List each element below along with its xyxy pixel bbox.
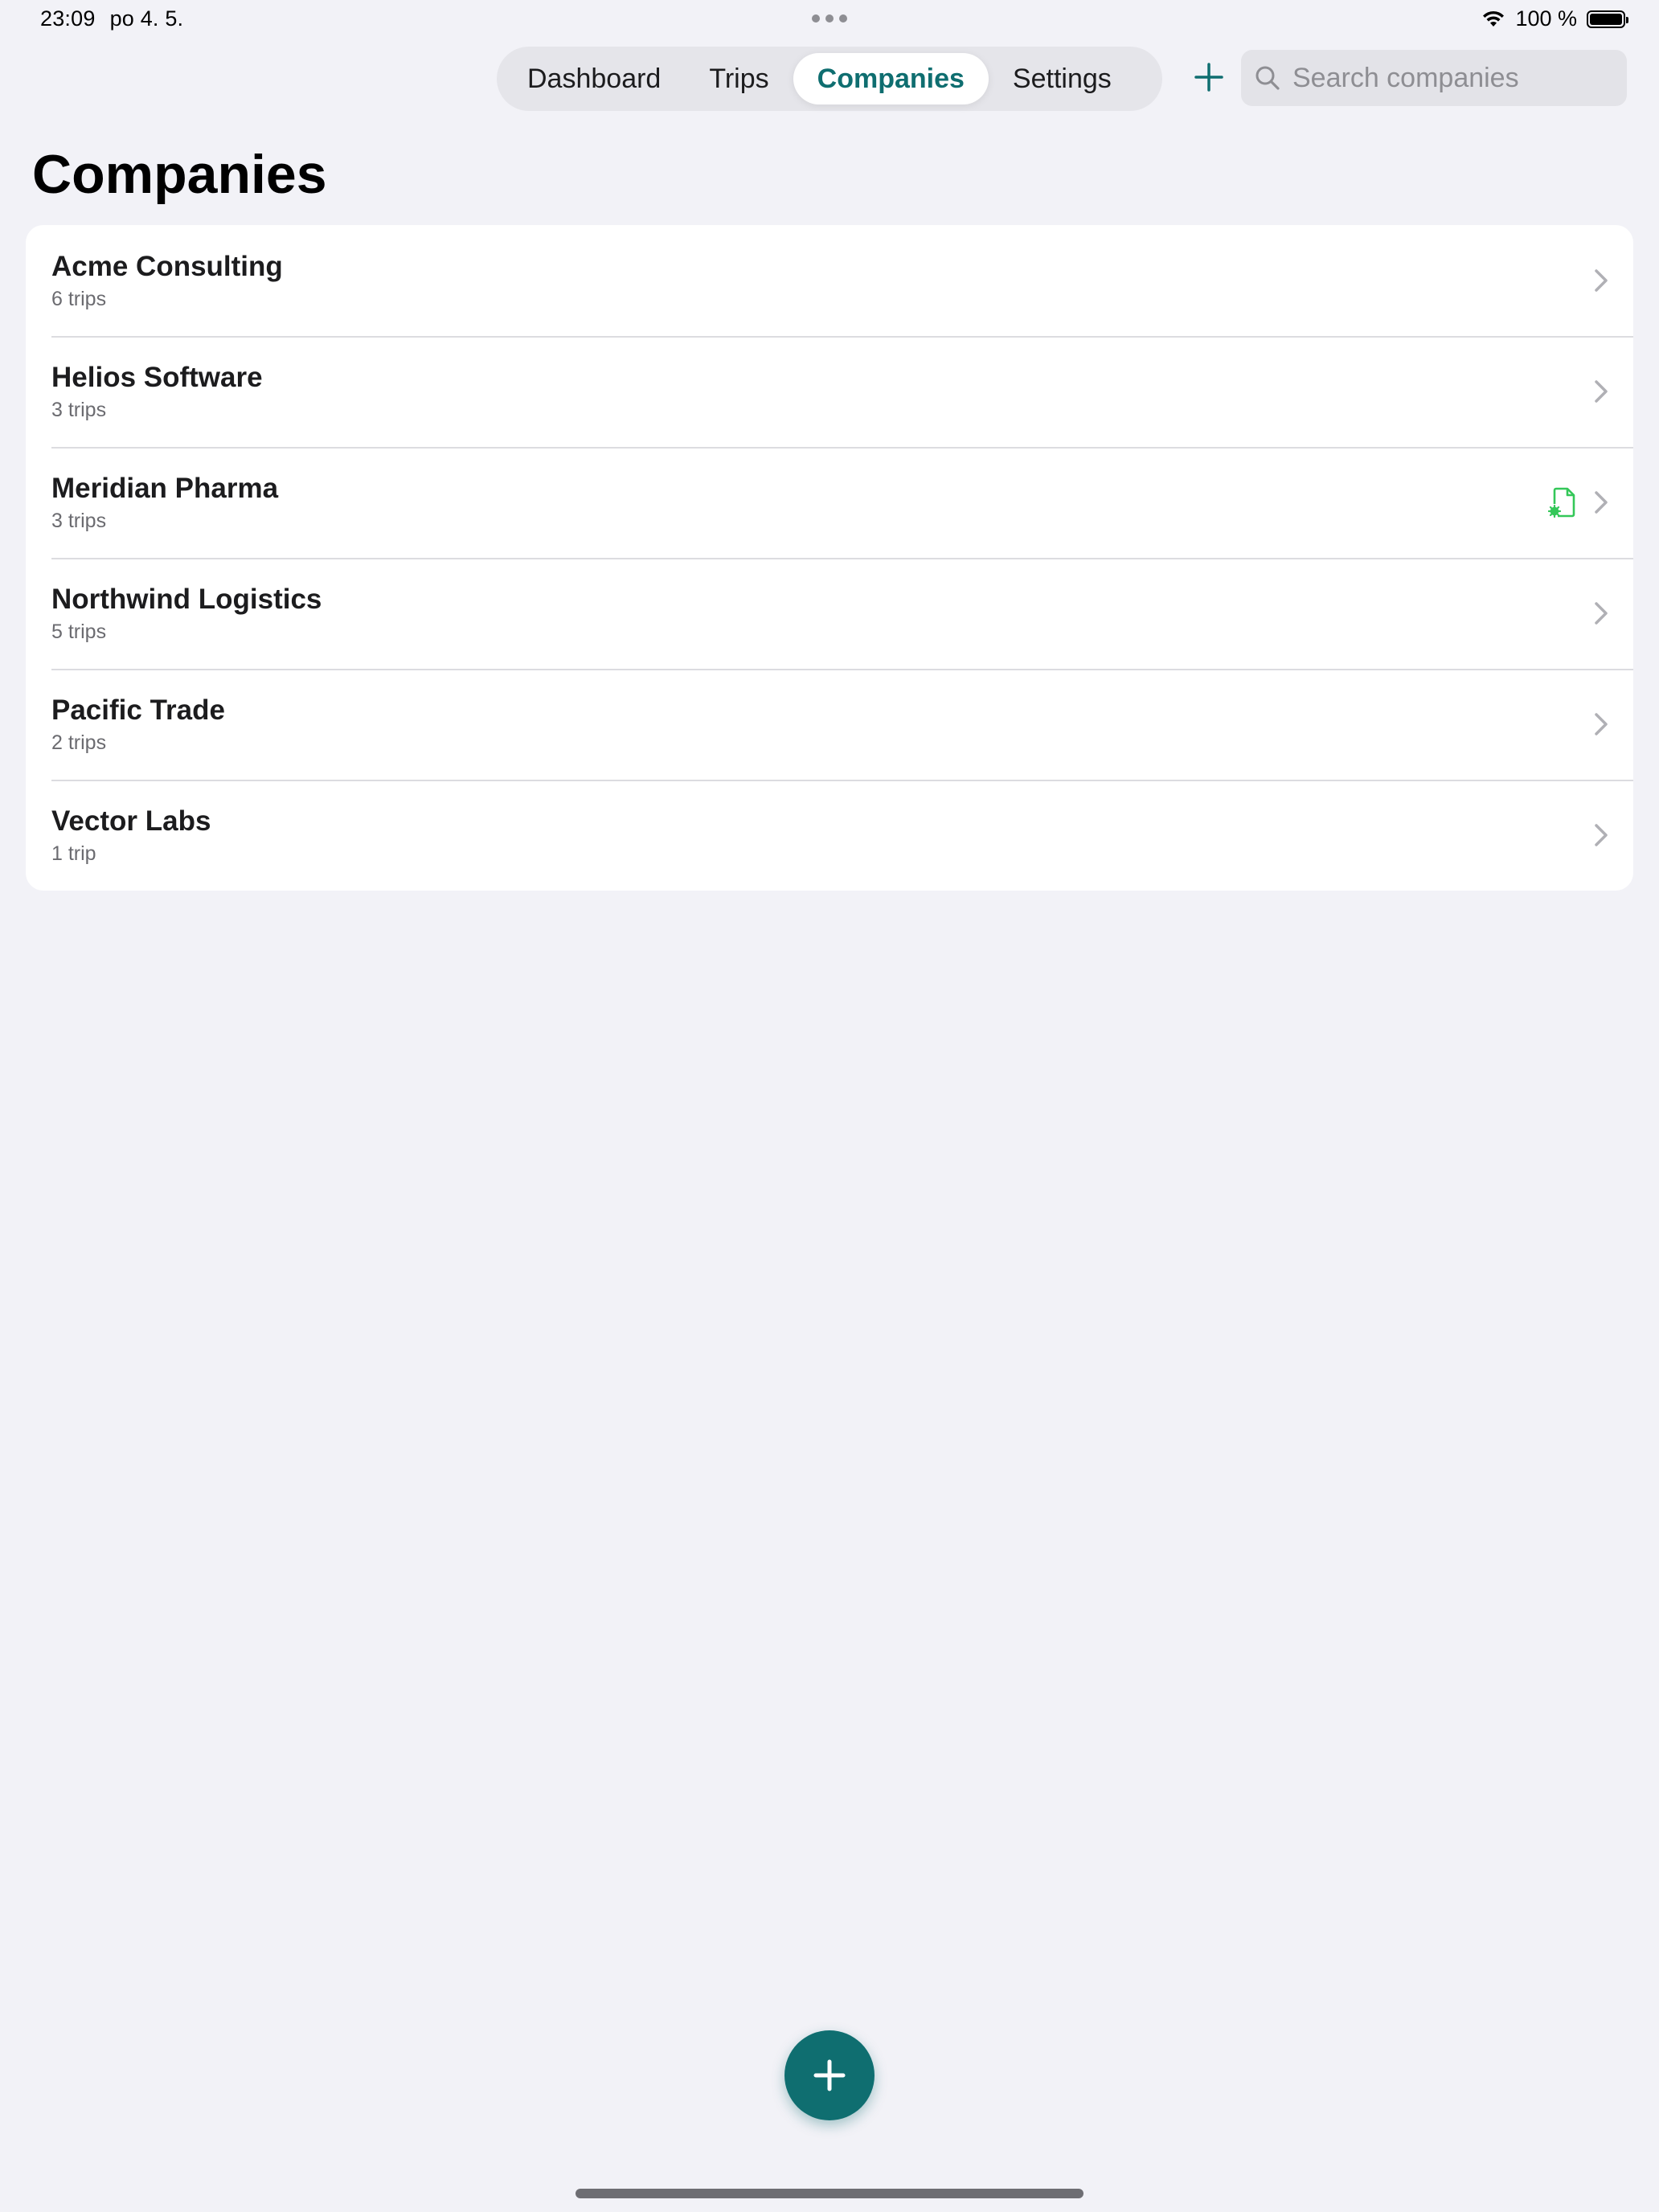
company-trip-count: 5 trips — [51, 621, 107, 643]
plus-icon — [1194, 63, 1223, 92]
tab-companies[interactable]: Companies — [793, 53, 989, 104]
company-trip-count: 6 trips — [51, 288, 107, 310]
company-name: Northwind Logistics — [51, 584, 322, 615]
plus-icon — [813, 2059, 846, 2091]
company-row-vector-labs[interactable]: Vector Labs 1 trip — [26, 780, 1633, 891]
company-name: Helios Software — [51, 362, 263, 393]
document-settings-icon — [1548, 487, 1575, 518]
company-name: Pacific Trade — [51, 694, 225, 726]
tab-trips[interactable]: Trips — [685, 53, 793, 104]
tab-settings[interactable]: Settings — [989, 53, 1136, 104]
status-time-date: 23:09 po 4. 5. — [40, 6, 183, 31]
company-name: Vector Labs — [51, 805, 211, 837]
main-tab-bar: Dashboard Trips Companies Settings — [497, 47, 1162, 111]
company-row-northwind-logistics[interactable]: Northwind Logistics 5 trips — [26, 558, 1633, 669]
chevron-right-icon — [1595, 713, 1608, 735]
company-row-pacific-trade[interactable]: Pacific Trade 2 trips — [26, 669, 1633, 780]
status-time: 23:09 — [40, 6, 96, 31]
chevron-right-icon — [1595, 269, 1608, 292]
company-row-meridian-pharma[interactable]: Meridian Pharma 3 trips — [26, 447, 1633, 558]
chevron-right-icon — [1595, 380, 1608, 403]
search-input[interactable] — [1291, 61, 1616, 95]
tab-dashboard[interactable]: Dashboard — [503, 53, 685, 104]
multitasking-dots[interactable] — [812, 14, 847, 23]
search-field[interactable] — [1241, 50, 1627, 106]
status-date: po 4. 5. — [109, 6, 184, 31]
company-name: Meridian Pharma — [51, 473, 279, 504]
company-row-acme-consulting[interactable]: Acme Consulting 6 trips — [26, 225, 1633, 336]
wifi-icon — [1483, 10, 1505, 27]
company-name: Acme Consulting — [51, 251, 283, 282]
search-icon — [1256, 66, 1280, 90]
company-row-helios-software[interactable]: Helios Software 3 trips — [26, 336, 1633, 447]
company-trip-count: 3 trips — [51, 399, 107, 421]
chevron-right-icon — [1595, 491, 1608, 514]
status-indicators: 100 % — [1481, 6, 1628, 31]
companies-list: Acme Consulting 6 trips Helios Software … — [26, 225, 1633, 891]
company-trip-count: 1 trip — [51, 842, 96, 865]
status-bar: 23:09 po 4. 5. 100 % — [0, 0, 1659, 39]
page-title: Companies — [32, 144, 327, 205]
home-indicator[interactable] — [576, 2189, 1083, 2198]
add-company-button[interactable] — [1188, 56, 1230, 98]
battery-icon — [1587, 10, 1628, 28]
chevron-right-icon — [1595, 824, 1608, 846]
chevron-right-icon — [1595, 602, 1608, 625]
company-trip-count: 3 trips — [51, 510, 107, 532]
battery-percent: 100 % — [1515, 6, 1577, 31]
company-trip-count: 2 trips — [51, 731, 107, 754]
add-company-fab[interactable] — [784, 2030, 875, 2120]
